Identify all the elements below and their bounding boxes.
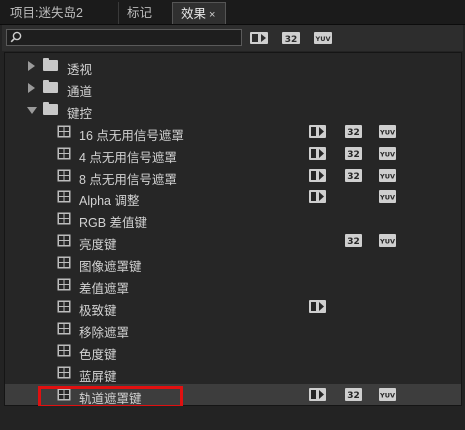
expand-arrow-right-icon[interactable] [28,61,35,71]
panel-footer [0,406,465,430]
folder-icon [43,58,58,71]
yuv-badge-icon: YUV [379,234,396,250]
effects-panel: 项目:迷失岛2 标记 效果 × 32 YUV 透视通道键控 16 点无用信号遮罩 32… [0,0,465,430]
effect-row[interactable]: 蓝屏键 [5,362,461,384]
search-input[interactable] [25,30,235,45]
yuv-badge-icon: YUV [379,146,396,163]
32-bit-badge-icon: 32 [345,168,362,185]
accelerated-badge-icon [309,387,326,404]
close-icon[interactable]: × [209,9,215,21]
svg-text:32: 32 [347,150,360,160]
accelerated-badge-icon [309,146,326,163]
yuv-badge-icon: YUV [379,124,396,141]
effect-icon [57,256,71,272]
svg-text:32: 32 [285,35,298,45]
effect-icon [57,234,71,250]
accelerated-badge-icon [309,190,326,206]
effect-icon [57,300,71,316]
tab-effects-label: 效果 [181,7,207,21]
effect-icon [57,190,71,206]
svg-text:YUV: YUV [379,238,395,246]
svg-text:32: 32 [347,128,360,138]
svg-text:YUV: YUV [379,194,395,202]
effect-label: 蓝屏键 [79,369,117,384]
effect-row[interactable]: 8 点无用信号遮罩 32 YUV [5,165,461,187]
effect-icon [57,212,71,228]
svg-text:32: 32 [347,172,360,182]
effect-icon [57,344,71,360]
tab-markers-label: 标记 [127,6,153,20]
effect-row[interactable]: RGB 差值键 [5,208,461,230]
effect-row[interactable]: 16 点无用信号遮罩 32 YUV [5,121,461,143]
tab-project-label: 项目:迷失岛2 [10,6,83,20]
expand-arrow-right-icon[interactable] [28,82,35,93]
effect-label: RGB 差值键 [79,216,148,231]
svg-text:YUV: YUV [379,391,395,399]
svg-text:YUV: YUV [379,128,395,136]
yuv-filter-icon[interactable]: YUV [314,31,332,45]
32-bit-badge-icon: 32 [345,146,362,163]
accelerated-badge-icon [309,124,326,141]
effect-label: 8 点无用信号遮罩 [79,172,177,187]
search-box[interactable] [6,29,242,46]
effect-label: 图像遮罩键 [79,260,142,275]
effects-toolbar: 32 YUV [2,25,463,51]
effect-label: 亮度键 [79,238,117,253]
folder-icon [43,101,58,115]
32-bit-filter-icon[interactable]: 32 [282,31,300,45]
folder-label: 键控 [67,106,93,121]
svg-text:32: 32 [347,237,360,247]
effect-icon [57,366,71,382]
search-icon [10,31,22,43]
32-bit-badge-icon: 32 [345,234,362,250]
effect-row[interactable]: 4 点无用信号遮罩 32 YUV [5,143,461,165]
tree-folder-row[interactable]: 透视 [5,55,461,77]
tab-project[interactable]: 项目:迷失岛2 [2,2,114,24]
svg-text:YUV: YUV [314,35,330,43]
panel-tab-bar: 项目:迷失岛2 标记 效果 × [0,0,465,25]
tree-folder-row[interactable]: 通道 [5,77,461,99]
effect-label: 16 点无用信号遮罩 [79,128,184,143]
effect-row[interactable]: Alpha 调整 YUV [5,186,461,208]
effect-icon [57,322,71,338]
folder-icon [43,79,58,93]
effect-row[interactable]: 色度键 [5,340,461,362]
effect-row[interactable]: 图像遮罩键 [5,252,461,274]
selection-highlight-box [38,386,183,408]
tab-markers[interactable]: 标记 [118,2,166,24]
effect-label: 移除遮罩 [79,325,130,340]
accelerated-badge-icon [309,168,326,185]
effect-label: 4 点无用信号遮罩 [79,150,177,165]
yuv-badge-icon: YUV [379,387,396,404]
folder-label: 通道 [67,84,93,99]
effect-icon [57,278,71,294]
folder-label: 透视 [67,63,93,77]
svg-text:YUV: YUV [379,150,395,158]
effect-row[interactable]: 移除遮罩 [5,318,461,340]
effect-row[interactable]: 亮度键 32 YUV [5,230,461,252]
32-bit-badge-icon: 32 [345,124,362,141]
svg-text:32: 32 [347,391,360,401]
svg-text:YUV: YUV [379,172,395,180]
effect-label: 差值遮罩 [79,282,130,296]
effect-label: Alpha 调整 [79,194,140,209]
effect-icon [57,147,71,163]
tree-folder-row[interactable]: 键控 [5,99,461,121]
expand-arrow-down-icon[interactable] [27,106,37,114]
yuv-badge-icon: YUV [379,168,396,185]
32-bit-badge-icon: 32 [345,387,362,404]
yuv-badge-icon: YUV [379,190,396,206]
effect-label: 色度键 [79,347,117,362]
accelerated-badge-icon [309,299,326,316]
effect-label: 极致键 [79,303,117,318]
effect-icon [57,125,71,141]
effect-row[interactable]: 极致键 [5,296,461,318]
accelerated-effects-filter-icon[interactable] [250,31,268,45]
effects-tree-list[interactable]: 透视 通道 键控 16 点无用信号遮罩 32 YUV 4 点无用信号遮罩 32 YUV 8 点无用… [4,52,462,406]
tab-effects[interactable]: 效果 × [172,2,226,24]
effect-icon [57,169,71,185]
effect-row[interactable]: 差值遮罩 [5,274,461,296]
